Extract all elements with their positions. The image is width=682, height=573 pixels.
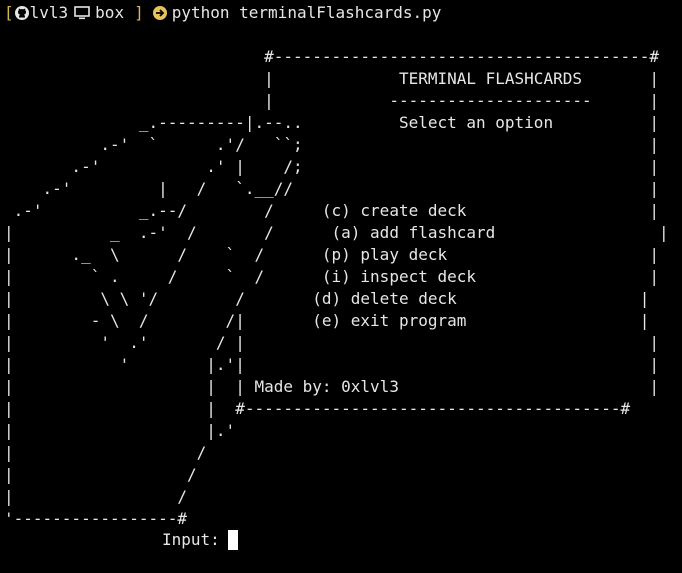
- screen-line: | ._ \ / ` / (p) play deck |: [4, 245, 660, 264]
- screen-line: | /: [4, 443, 207, 462]
- prompt-host: box: [95, 3, 125, 22]
- prompt-open-bracket: [: [4, 3, 14, 22]
- text-cursor: [227, 530, 238, 550]
- screen-line: | --------------------- |: [4, 91, 660, 110]
- prompt-user: lvl3: [29, 3, 69, 22]
- screen-line: '-----------------#: [4, 509, 188, 528]
- arrow-circle-icon: [152, 5, 168, 21]
- screen-line: | ' .' / | |: [4, 333, 660, 352]
- monitor-icon: [74, 5, 90, 21]
- input-prompt[interactable]: Input:: [162, 529, 238, 551]
- screen-line: _.---------|.--.. Select an option |: [4, 113, 660, 132]
- screen-line: | /: [4, 465, 197, 484]
- input-label: Input:: [162, 530, 220, 549]
- screen-line: | \ \ '/ / (d) delete deck |: [4, 289, 650, 308]
- prompt-command: python terminalFlashcards.py: [171, 3, 442, 22]
- screen-line: | |.': [4, 421, 236, 440]
- screen-line: | | #-----------------------------------…: [4, 399, 631, 418]
- screen-line: #---------------------------------------…: [4, 47, 660, 66]
- screen-line: | | | Made by: 0xlvl3 |: [4, 377, 660, 396]
- prompt-close-bracket: ]: [134, 3, 144, 22]
- github-icon: [14, 5, 30, 21]
- screen-line: | - \ / /| (e) exit program |: [4, 311, 650, 330]
- shell-prompt: [ lvl3 box ] python terminalFlashcards.p…: [4, 3, 441, 23]
- screen-line: .-' _.--/ / (c) create deck |: [4, 201, 660, 220]
- flashcards-menu-screen: #---------------------------------------…: [4, 46, 669, 530]
- screen-line: .-' .' | /; |: [4, 157, 660, 176]
- screen-line: | ` . / ` / (i) inspect deck |: [4, 267, 660, 286]
- screen-line: | /: [4, 487, 188, 506]
- screen-line: | ' |.'| |: [4, 355, 660, 374]
- screen-line: .-' ` .'/ ``; |: [4, 135, 660, 154]
- screen-line: .-' | / `.__// |: [4, 179, 660, 198]
- screen-line: | _ .-' / / (a) add flashcard |: [4, 223, 669, 242]
- screen-line: | TERMINAL FLASHCARDS |: [4, 69, 660, 88]
